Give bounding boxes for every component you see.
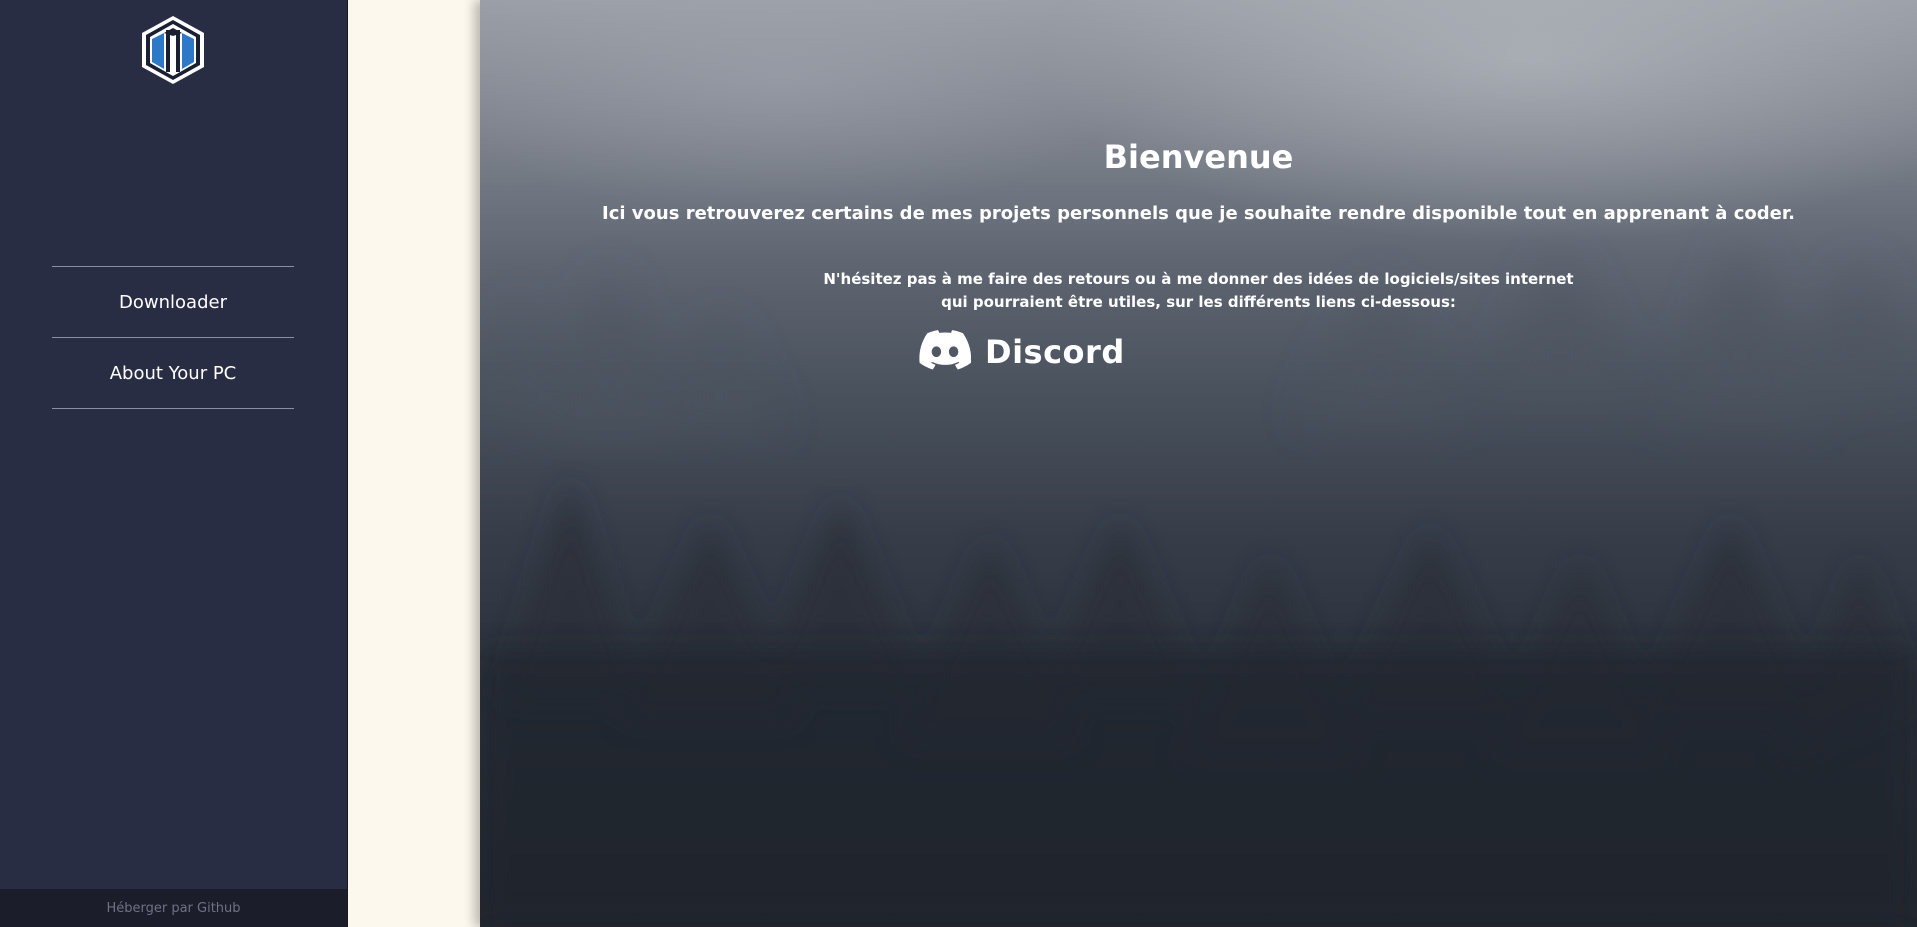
discord-icon [919, 330, 972, 374]
discord-label: Discord [985, 333, 1125, 371]
main-panel: Bienvenue Ici vous retrouverez certains … [480, 0, 1917, 927]
feedback-note-line-1: N'hésitez pas à me faire des retours ou … [823, 270, 1574, 288]
feedback-note: N'hésitez pas à me faire des retours ou … [480, 268, 1917, 314]
page-title: Bienvenue [1103, 138, 1294, 176]
sidebar-footer: Héberger par Github [0, 889, 347, 927]
sidebar-item-about-your-pc[interactable]: About Your PC [52, 338, 294, 409]
footer-text: Héberger par Github [106, 900, 241, 916]
page-subtitle: Ici vous retrouverez certains de mes pro… [602, 203, 1795, 224]
discord-link[interactable]: Discord [919, 330, 1125, 374]
feedback-note-line-2: qui pourraient être utiles, sur les diff… [941, 293, 1456, 311]
app-window: Downloader About Your PC Héberger par Gi… [0, 0, 1917, 927]
sidebar-item-downloader[interactable]: Downloader [52, 267, 294, 338]
sidebar-nav: Downloader About Your PC [52, 266, 294, 409]
cream-strip [347, 0, 480, 927]
sidebar-item-label: Downloader [119, 291, 227, 313]
sidebar-item-label: About Your PC [109, 362, 237, 384]
sidebar: Downloader About Your PC Héberger par Gi… [0, 0, 347, 927]
hexagon-logo-icon[interactable] [138, 14, 208, 86]
